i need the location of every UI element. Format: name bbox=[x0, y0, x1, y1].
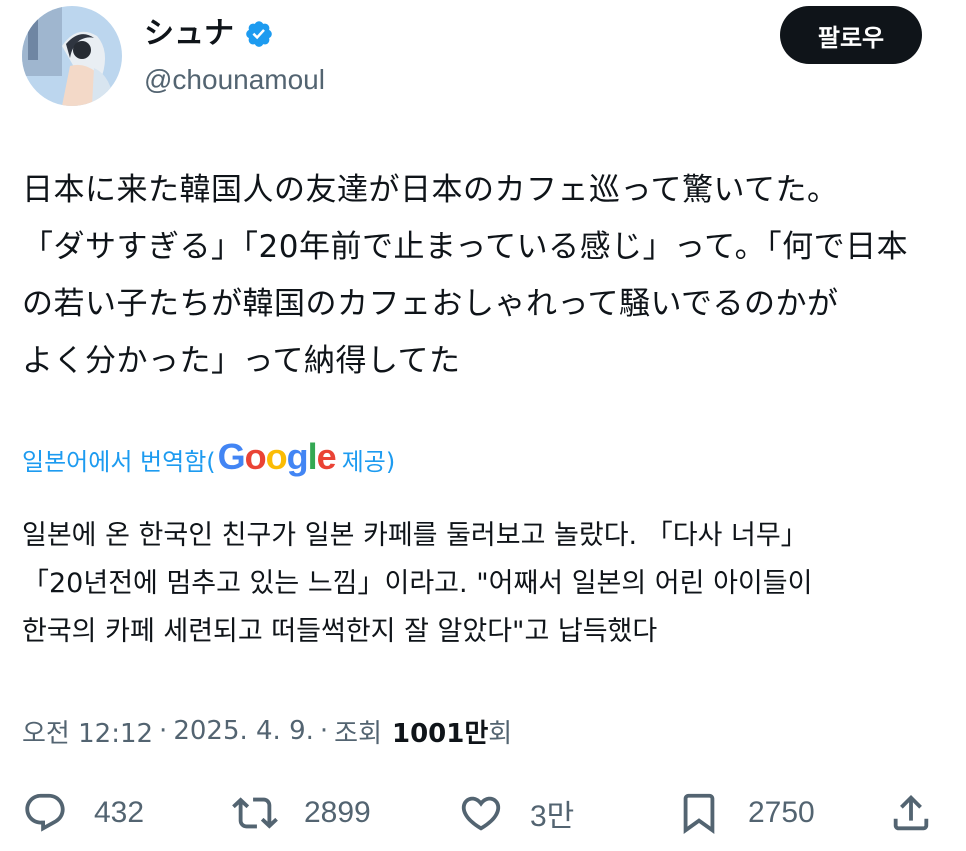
display-name[interactable]: シュナ bbox=[144, 14, 234, 54]
separator: · bbox=[319, 716, 329, 746]
views-label: 조회 bbox=[334, 718, 382, 749]
retweet-button[interactable]: 2899 bbox=[232, 786, 371, 840]
tweet-line: 日本に来た韓国人の友達が日本のカフェ巡って驚いてた。 bbox=[22, 172, 839, 208]
translated-line: 한국의 카페 세련되고 떠들썩한지 잘 알았다"고 납득했다 bbox=[22, 616, 658, 647]
share-icon bbox=[893, 794, 929, 831]
translated-line: 「20년전에 멈추고 있는 느낌」이라고. "어째서 일본의 어린 아이들이 bbox=[22, 568, 813, 599]
tweet-line: よく分かった」って納得してた bbox=[22, 343, 461, 379]
verified-badge-icon bbox=[244, 19, 274, 49]
like-count: 3만 bbox=[530, 800, 575, 833]
views-count: 1001만 bbox=[392, 718, 489, 749]
tweet-line: の若い子たちが韓国のカフェおしゃれって騒いでるのかが bbox=[22, 286, 839, 322]
reply-icon bbox=[25, 793, 65, 832]
tweet-text: 日本に来た韓国人の友達が日本のカフェ巡って驚いてた。 「ダサすぎる」「20年前で… bbox=[22, 162, 932, 390]
separator: · bbox=[159, 716, 168, 746]
post-time[interactable]: 오전 12:12 bbox=[22, 713, 153, 750]
reply-button[interactable]: 432 bbox=[22, 786, 144, 840]
translated-text: 일본에 온 한국인 친구가 일본 카페를 둘러보고 놀랐다. 「다사 너무」 「… bbox=[22, 512, 942, 656]
follow-button[interactable]: 팔로우 bbox=[780, 6, 922, 64]
post-date[interactable]: 2025. 4. 9. bbox=[173, 716, 314, 746]
share-button[interactable] bbox=[888, 786, 934, 840]
bookmark-icon bbox=[683, 793, 715, 834]
heart-icon bbox=[461, 796, 501, 831]
retweet-count: 2899 bbox=[304, 796, 371, 829]
tweet-header: シュナ @chounamoul 팔로우 bbox=[22, 6, 942, 106]
google-logo: Google bbox=[217, 436, 337, 477]
translation-notice[interactable]: 일본어에서 번역함( Google 제공) bbox=[22, 434, 395, 484]
reply-count: 432 bbox=[94, 796, 145, 829]
tweet-line: 「ダサすぎる」「20年前で止まっている感じ」って。「何で日本 bbox=[22, 229, 909, 265]
tweet-meta: 오전 12:12 · 2025. 4. 9. · 조회 1001만 회 bbox=[22, 706, 512, 756]
user-handle[interactable]: @chounamoul bbox=[144, 56, 325, 104]
bookmark-count: 2750 bbox=[748, 796, 815, 829]
translation-notice-prefix: 일본어에서 번역함( bbox=[22, 447, 216, 476]
avatar[interactable] bbox=[22, 6, 122, 106]
bookmark-button[interactable]: 2750 bbox=[676, 786, 815, 840]
views-suffix: 회 bbox=[488, 718, 513, 749]
like-button[interactable]: 3만 bbox=[458, 786, 574, 840]
translation-notice-suffix: 제공) bbox=[341, 447, 396, 476]
action-bar: 432 2899 3만 2750 bbox=[22, 786, 942, 840]
retweet-icon bbox=[232, 797, 278, 829]
translated-line: 일본에 온 한국인 친구가 일본 카페를 둘러보고 놀랐다. 「다사 너무」 bbox=[22, 520, 808, 551]
